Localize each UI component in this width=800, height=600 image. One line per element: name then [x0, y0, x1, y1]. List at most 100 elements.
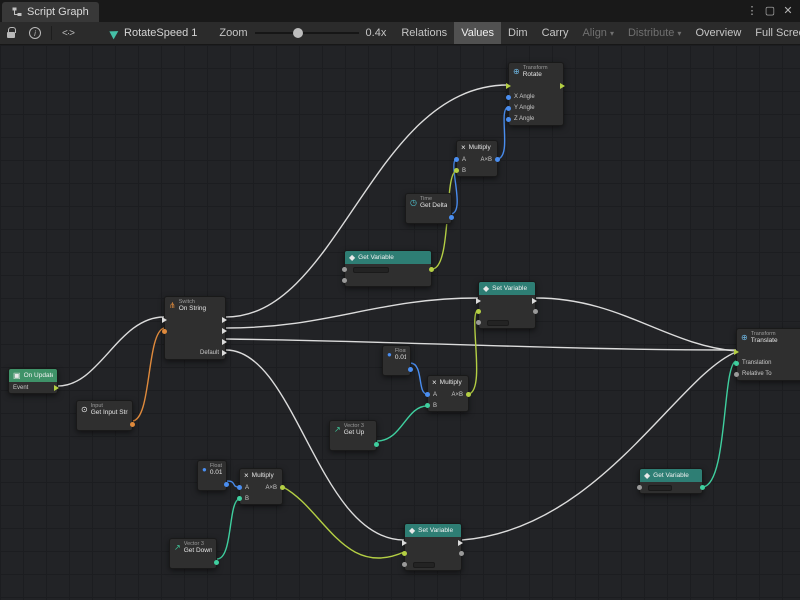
node-header: ●Float0.01 [198, 461, 226, 479]
node-port-row [406, 212, 451, 223]
node-translate[interactable]: ⊕TransformTranslateTranslationRelative T… [736, 328, 800, 381]
variable-name-field[interactable] [353, 267, 389, 273]
control-port[interactable] [506, 83, 511, 89]
toolbar-button-relations[interactable]: Relations [394, 22, 454, 44]
node-port-row [345, 275, 431, 286]
node-float-mid[interactable]: ●Float0.01 [382, 345, 411, 376]
value-port[interactable] [224, 482, 229, 487]
node-get-variable-bottom[interactable]: ◆Get Variable [639, 468, 703, 494]
control-port[interactable] [222, 350, 227, 356]
value-port[interactable] [506, 106, 511, 111]
zoom-slider[interactable] [255, 27, 359, 39]
node-rotate[interactable]: ⊕TransformRotateX AngleY AngleZ Angle [508, 62, 564, 126]
node-port-row [198, 479, 226, 490]
node-get-variable-top[interactable]: ◆Get Variable [344, 250, 432, 287]
maximize-icon[interactable]: ▢ [761, 0, 779, 22]
value-port[interactable] [466, 392, 471, 397]
value-port[interactable] [454, 168, 459, 173]
control-port[interactable] [458, 540, 463, 546]
value-port[interactable] [476, 309, 481, 314]
graph-breadcrumb[interactable]: RotateSpeed 1 [103, 27, 205, 39]
control-port[interactable] [222, 328, 227, 334]
tab-bar: Script Graph ⋮ ▢ ✕ [0, 0, 800, 22]
lock-button[interactable] [0, 22, 22, 44]
toolbar-button-full-screen[interactable]: Full Screen [748, 22, 800, 44]
value-port[interactable] [237, 496, 242, 501]
node-get-delta-time[interactable]: ◷TimeGet Delta Time [405, 193, 452, 224]
zoom-thumb[interactable] [293, 28, 303, 38]
variable-name-field[interactable] [487, 320, 509, 326]
value-port[interactable] [237, 485, 242, 490]
control-port[interactable] [222, 339, 227, 345]
node-get-input-string[interactable]: ⊙InputGet Input Strin [76, 400, 133, 431]
value-port[interactable] [700, 485, 705, 490]
control-port[interactable] [54, 385, 59, 391]
control-port[interactable] [532, 298, 537, 304]
close-icon[interactable]: ✕ [779, 0, 797, 22]
variable-name-field[interactable] [648, 485, 672, 491]
value-port[interactable] [374, 442, 379, 447]
node-multiply-top[interactable]: ×MultiplyAA×BB [456, 140, 498, 177]
variable-name-field[interactable] [413, 562, 435, 568]
node-port-row: B [457, 165, 497, 176]
script-graph-window: Script Graph ⋮ ▢ ✕ i <·> RotateSpeed 1 Z… [0, 0, 800, 600]
node-on-update[interactable]: ▣On UpdateEvent [8, 368, 58, 394]
control-port[interactable] [402, 540, 407, 546]
value-port[interactable] [533, 309, 538, 314]
value-port[interactable] [476, 320, 481, 325]
value-port[interactable] [734, 372, 739, 377]
node-title: Rotate [523, 71, 548, 78]
node-float-bottom[interactable]: ●Float0.01 [197, 460, 227, 491]
value-port[interactable] [425, 403, 430, 408]
node-port-row: X Angle [509, 92, 563, 103]
toolbar-button-values[interactable]: Values [454, 22, 501, 44]
value-port[interactable] [402, 551, 407, 556]
node-switch[interactable]: ⋔SwitchOn StringDefault [164, 296, 226, 360]
control-port[interactable] [734, 349, 739, 355]
node-header: ◆Get Variable [345, 251, 431, 264]
insert-unit-button[interactable]: <·> [55, 22, 81, 44]
node-set-variable-mid[interactable]: ◆Set Variable [478, 281, 536, 329]
value-port[interactable] [280, 485, 285, 490]
control-port[interactable] [476, 298, 481, 304]
value-port[interactable] [429, 267, 434, 272]
value-port[interactable] [425, 392, 430, 397]
node-vector3-get-down[interactable]: ↗Vector 3Get Down [169, 538, 217, 569]
node-multiply-mid[interactable]: ×MultiplyAA×BB [427, 375, 469, 412]
control-port[interactable] [222, 317, 227, 323]
node-port-row [405, 537, 461, 548]
info-button[interactable]: i [22, 22, 48, 44]
menu-icon[interactable]: ⋮ [743, 0, 761, 22]
value-port[interactable] [408, 367, 413, 372]
toolbar-separator [51, 26, 52, 40]
toolbar-button-dim[interactable]: Dim [501, 22, 535, 44]
tab-script-graph[interactable]: Script Graph [2, 2, 99, 22]
value-port[interactable] [506, 95, 511, 100]
node-multiply-bottom[interactable]: ×MultiplyAA×BB [239, 468, 283, 505]
node-vector3-get-up[interactable]: ↗Vector 3Get Up [329, 420, 377, 451]
node-set-variable-bottom[interactable]: ◆Set Variable [404, 523, 462, 571]
value-port[interactable] [459, 551, 464, 556]
value-port[interactable] [214, 560, 219, 565]
node-port-row: B [240, 493, 282, 504]
value-port[interactable] [637, 485, 642, 490]
value-port[interactable] [506, 117, 511, 122]
value-port[interactable] [449, 215, 454, 220]
value-port[interactable] [495, 157, 500, 162]
toolbar-button-overview[interactable]: Overview [688, 22, 748, 44]
control-port[interactable] [560, 83, 565, 89]
value-port[interactable] [130, 422, 135, 427]
value-port[interactable] [402, 562, 407, 567]
value-port[interactable] [342, 278, 347, 283]
node-port-row [479, 306, 535, 317]
control-port[interactable] [162, 317, 167, 323]
value-port[interactable] [454, 157, 459, 162]
toolbar-button-label: Align [582, 27, 606, 39]
node-title: Get Variable [653, 472, 689, 479]
toolbar-button-carry[interactable]: Carry [535, 22, 576, 44]
value-port[interactable] [162, 329, 167, 334]
graph-canvas[interactable]: ⊕TransformRotateX AngleY AngleZ Angle×Mu… [0, 45, 800, 600]
script-graph-asset-icon [109, 27, 120, 39]
value-port[interactable] [734, 361, 739, 366]
value-port[interactable] [342, 267, 347, 272]
